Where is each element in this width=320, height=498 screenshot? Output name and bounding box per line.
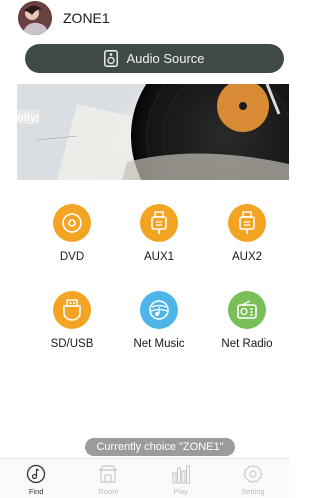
- source-sd-usb[interactable]: SD/USB: [32, 291, 112, 350]
- music-note-icon: [25, 464, 47, 484]
- room-icon: [97, 464, 119, 484]
- audio-source-label: Audio Source: [126, 51, 205, 66]
- tab-label: Room: [98, 487, 119, 496]
- source-dvd[interactable]: DVD: [32, 204, 112, 263]
- disc-icon: [53, 204, 91, 242]
- radio-icon: [228, 291, 266, 329]
- source-label: Net Radio: [221, 338, 273, 350]
- source-aux1[interactable]: AUX1: [119, 204, 199, 263]
- tab-room[interactable]: Room: [72, 459, 144, 498]
- aux-plug-icon: [228, 204, 266, 242]
- gear-icon: [242, 464, 264, 484]
- toast-text: Currently choice "ZONE1": [96, 441, 224, 453]
- tab-label: Play: [173, 487, 188, 496]
- source-label: Net Music: [133, 338, 185, 350]
- source-net-radio[interactable]: Net Radio: [207, 291, 287, 350]
- net-music-icon: [140, 291, 178, 329]
- header: ZONE1: [0, 0, 289, 36]
- source-aux2[interactable]: AUX2: [207, 204, 287, 263]
- tab-label: Find: [28, 487, 44, 496]
- tab-bar: Find Room Play Setting: [0, 458, 289, 498]
- source-label: AUX1: [143, 251, 175, 263]
- source-label: AUX2: [231, 251, 263, 263]
- source-label: SD/USB: [50, 338, 94, 350]
- source-net-music[interactable]: Net Music: [119, 291, 199, 350]
- status-toast: Currently choice "ZONE1": [85, 438, 235, 456]
- zone-avatar[interactable]: [18, 1, 52, 35]
- aux-plug-icon: [140, 204, 178, 242]
- zone-title: ZONE1: [63, 10, 110, 26]
- tab-label: Setting: [241, 487, 265, 496]
- usb-icon: [53, 291, 91, 329]
- banner-image: olly!: [17, 84, 289, 180]
- audio-source-button[interactable]: Audio Source: [25, 44, 284, 73]
- source-label: DVD: [59, 251, 85, 263]
- equalizer-icon: [170, 464, 192, 484]
- tab-play[interactable]: Play: [145, 459, 217, 498]
- speaker-icon: [104, 50, 119, 67]
- tab-find[interactable]: Find: [0, 459, 72, 498]
- tab-setting[interactable]: Setting: [217, 459, 289, 498]
- svg-text:olly!: olly!: [17, 112, 40, 124]
